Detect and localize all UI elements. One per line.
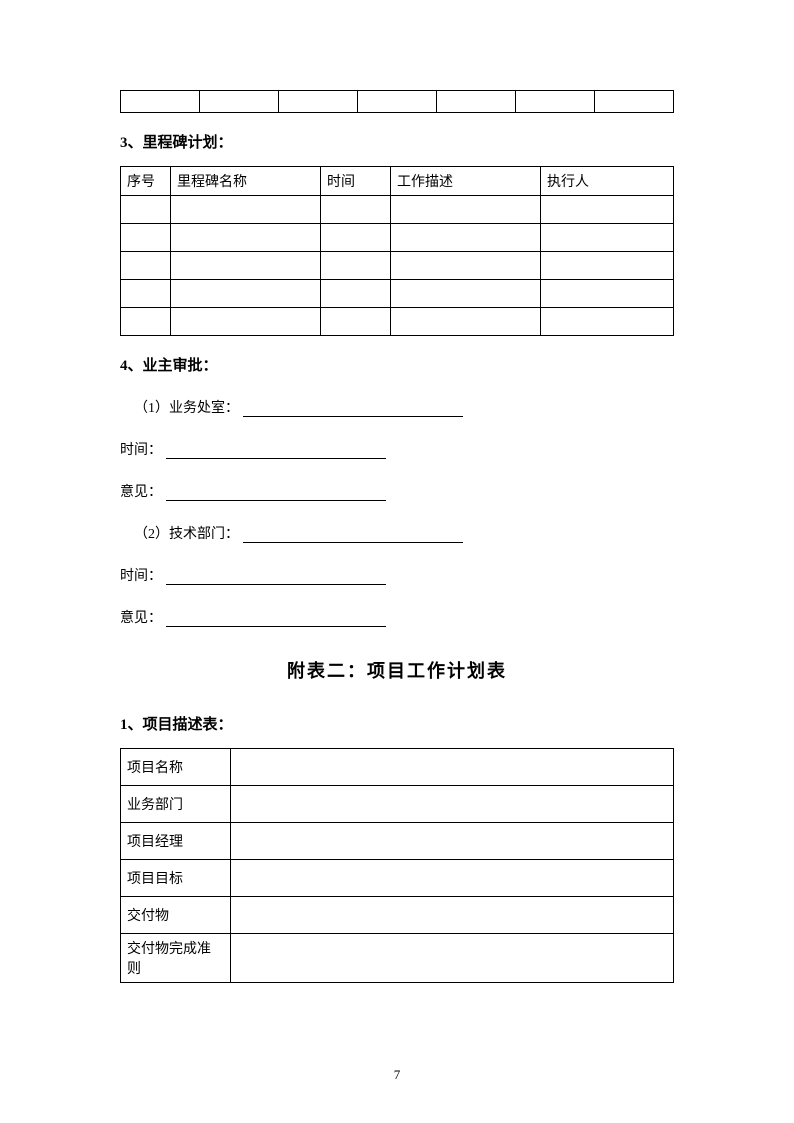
opinion2-field[interactable] — [166, 611, 386, 627]
time2-field[interactable] — [166, 569, 386, 585]
milestone-cell — [391, 224, 541, 252]
milestone-cell — [121, 280, 171, 308]
milestone-cell — [391, 308, 541, 336]
desc-label: 项目经理 — [121, 823, 231, 860]
milestone-cell — [171, 252, 321, 280]
milestone-cell — [541, 280, 674, 308]
milestone-cell — [391, 280, 541, 308]
page-number: 7 — [0, 1067, 794, 1083]
milestone-cell — [321, 252, 391, 280]
milestone-cell — [121, 196, 171, 224]
time1-field[interactable] — [166, 443, 386, 459]
blank-cell — [516, 91, 595, 113]
blank-cell — [200, 91, 279, 113]
milestone-cell — [121, 224, 171, 252]
milestone-cell — [321, 224, 391, 252]
blank-cell — [358, 91, 437, 113]
milestone-cell — [541, 308, 674, 336]
milestone-cell — [171, 224, 321, 252]
approval-item2-label: （2）技术部门： — [134, 527, 239, 542]
desc-label: 交付物 — [121, 897, 231, 934]
blank-table — [120, 90, 674, 113]
milestone-header: 里程碑名称 — [171, 167, 321, 196]
section3-heading: 3、里程碑计划： — [120, 131, 674, 152]
milestone-cell — [121, 252, 171, 280]
blank-cell — [595, 91, 674, 113]
milestone-cell — [541, 196, 674, 224]
milestone-header: 时间 — [321, 167, 391, 196]
desc-label: 项目目标 — [121, 860, 231, 897]
desc-value — [231, 749, 674, 786]
milestone-cell — [171, 280, 321, 308]
appendix-title: 附表二：项目工作计划表 — [120, 657, 674, 683]
desc-value — [231, 823, 674, 860]
milestone-cell — [321, 308, 391, 336]
milestone-cell — [121, 308, 171, 336]
milestone-cell — [321, 280, 391, 308]
section1-heading: 1、项目描述表： — [120, 713, 674, 734]
desc-value — [231, 934, 674, 983]
blank-cell — [279, 91, 358, 113]
approval-tech-dept: （2）技术部门： — [120, 523, 674, 543]
opinion-label: 意见： — [120, 485, 162, 500]
desc-label: 业务部门 — [121, 786, 231, 823]
desc-value — [231, 860, 674, 897]
milestone-cell — [321, 196, 391, 224]
milestone-header: 执行人 — [541, 167, 674, 196]
milestone-cell — [171, 308, 321, 336]
milestone-cell — [541, 252, 674, 280]
milestone-header: 序号 — [121, 167, 171, 196]
approval-time2: 时间： — [120, 565, 674, 585]
approval-time1: 时间： — [120, 439, 674, 459]
blank-cell — [121, 91, 200, 113]
desc-label: 交付物完成准则 — [121, 934, 231, 983]
approval-business-office: （1）业务处室： — [120, 397, 674, 417]
approval-item1-label: （1）业务处室： — [134, 401, 239, 416]
blank-cell — [437, 91, 516, 113]
opinion-label: 意见： — [120, 611, 162, 626]
description-table: 项目名称 业务部门 项目经理 项目目标 交付物 交付物完成准则 — [120, 748, 674, 983]
desc-value — [231, 786, 674, 823]
time-label: 时间： — [120, 569, 162, 584]
milestone-cell — [171, 196, 321, 224]
milestone-cell — [541, 224, 674, 252]
section4-heading: 4、业主审批： — [120, 354, 674, 375]
approval-item1-field[interactable] — [243, 401, 463, 417]
opinion1-field[interactable] — [166, 485, 386, 501]
milestone-cell — [391, 196, 541, 224]
approval-opinion1: 意见： — [120, 481, 674, 501]
milestone-cell — [391, 252, 541, 280]
desc-label: 项目名称 — [121, 749, 231, 786]
approval-item2-field[interactable] — [243, 527, 463, 543]
approval-opinion2: 意见： — [120, 607, 674, 627]
milestone-table: 序号 里程碑名称 时间 工作描述 执行人 — [120, 166, 674, 336]
milestone-header: 工作描述 — [391, 167, 541, 196]
time-label: 时间： — [120, 443, 162, 458]
desc-value — [231, 897, 674, 934]
